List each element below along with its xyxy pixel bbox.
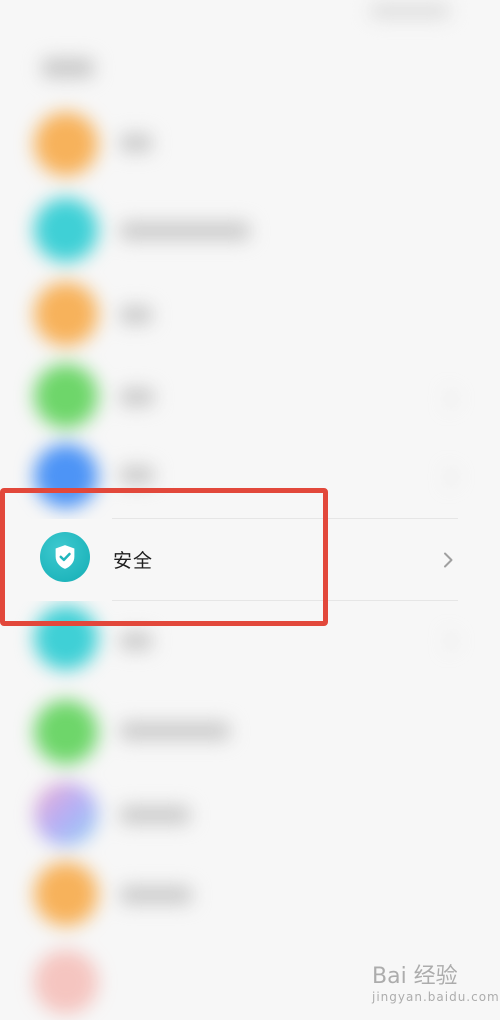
watermark-brand: Bai 经验 [372,964,458,989]
chevron-right-icon [440,552,456,568]
highlight-box [0,488,328,626]
settings-screen: 安全 Bai 经验 jingyan.baidu.com [0,0,500,1020]
watermark-url: jingyan.baidu.com [372,990,500,1004]
watermark: Bai 经验 jingyan.baidu.com [372,958,500,1004]
